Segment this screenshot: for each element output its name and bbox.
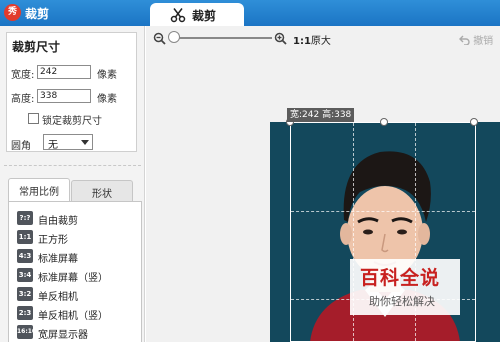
ratio-label: 标准屏幕 xyxy=(38,254,78,265)
original-ratio: 1:1 xyxy=(293,36,311,47)
height-label: 高度: xyxy=(11,94,35,105)
tab-shape[interactable]: 形状 xyxy=(71,180,133,202)
tab-shape-label: 形状 xyxy=(92,189,112,200)
original-size-button[interactable]: 1:1原大 xyxy=(293,32,331,47)
chevron-down-icon xyxy=(81,140,89,145)
width-input[interactable]: 242 xyxy=(37,65,91,79)
lock-size-label: 锁定裁剪尺寸 xyxy=(42,116,102,127)
left-panel: 裁剪尺寸 宽度: 242 像素 高度: 338 像素 锁定裁剪尺寸 圆角 无 常… xyxy=(0,26,145,342)
width-label: 宽度: xyxy=(11,70,35,81)
ratio-item-3-2[interactable]: 3:2 单反相机 xyxy=(17,286,142,303)
ratio-list: ?:? 自由裁剪 1:1 正方形 4:3 标准屏幕 3:4 标准屏幕（竖） 3:… xyxy=(8,201,142,342)
watermark-main: 百科全说 xyxy=(360,267,441,289)
tab-common-ratio[interactable]: 常用比例 xyxy=(8,178,70,202)
zoom-slider-handle[interactable] xyxy=(168,31,180,43)
ratio-item-4-3[interactable]: 4:3 标准屏幕 xyxy=(17,248,142,265)
undo-button[interactable]: 撤销 xyxy=(459,32,493,47)
tab-crop[interactable]: 裁剪 xyxy=(150,3,244,27)
watermark-sub: 助你轻松解决 xyxy=(369,295,435,308)
title-bar: 秀 裁剪 裁剪 xyxy=(0,0,500,27)
grid-line xyxy=(291,211,475,212)
corner-value: 无 xyxy=(48,140,58,151)
ratio-label: 宽屏显示器 xyxy=(38,330,88,341)
canvas-area: 1:1原大 撤销 宽:242 高:338 百科全说 助你轻松解决 xyxy=(146,26,500,342)
original-label: 原大 xyxy=(310,36,331,47)
zoom-out-icon[interactable] xyxy=(153,32,166,48)
tab-crop-label: 裁剪 xyxy=(192,9,217,23)
tab-common-ratio-label: 常用比例 xyxy=(19,187,59,198)
scissors-icon xyxy=(170,7,186,26)
ratio-3-4-icon: 3:4 xyxy=(17,268,33,282)
ratio-2-3-icon: 2:3 xyxy=(17,306,33,320)
ratio-label: 标准屏幕（竖） xyxy=(38,273,108,284)
undo-label: 撤销 xyxy=(473,36,494,47)
width-unit: 像素 xyxy=(97,70,117,81)
lock-size-checkbox[interactable] xyxy=(28,113,39,124)
undo-icon xyxy=(459,35,473,47)
ratio-item-free[interactable]: ?:? 自由裁剪 xyxy=(17,210,142,227)
ratio-free-icon: ?:? xyxy=(17,211,33,225)
crop-handle-top-right[interactable] xyxy=(470,118,478,126)
ratio-label: 单反相机 xyxy=(38,292,78,303)
watermark: 百科全说 助你轻松解决 xyxy=(350,259,460,315)
corner-label: 圆角 xyxy=(11,141,31,152)
zoom-slider[interactable] xyxy=(173,37,272,39)
ratio-item-3-4[interactable]: 3:4 标准屏幕（竖） xyxy=(17,267,142,284)
ratio-label: 自由裁剪 xyxy=(38,216,78,227)
ratio-1-1-icon: 1:1 xyxy=(17,230,33,244)
app-logo: 秀 xyxy=(4,4,21,21)
crop-handle-top[interactable] xyxy=(380,118,388,126)
ratio-item-square[interactable]: 1:1 正方形 xyxy=(17,229,142,246)
crop-size-title: 裁剪尺寸 xyxy=(12,40,61,54)
corner-select[interactable]: 无 xyxy=(43,134,93,151)
ratio-item-16-10[interactable]: 16:10 宽屏显示器 xyxy=(17,324,142,341)
ratio-4-3-icon: 4:3 xyxy=(17,249,33,263)
zoom-toolbar: 1:1原大 撤销 xyxy=(146,26,500,52)
height-input[interactable]: 338 xyxy=(37,89,91,103)
ratio-16-10-icon: 16:10 xyxy=(17,325,36,339)
crop-size-tooltip: 宽:242 高:338 xyxy=(287,108,355,122)
ratio-item-2-3[interactable]: 2:3 单反相机（竖） xyxy=(17,305,142,322)
height-unit: 像素 xyxy=(97,94,117,105)
ratio-label: 正方形 xyxy=(38,235,68,246)
ratio-label: 单反相机（竖） xyxy=(38,311,108,322)
ratio-3-2-icon: 3:2 xyxy=(17,287,33,301)
app-title: 裁剪 xyxy=(25,7,50,21)
divider xyxy=(4,165,141,166)
zoom-in-icon[interactable] xyxy=(274,32,287,48)
